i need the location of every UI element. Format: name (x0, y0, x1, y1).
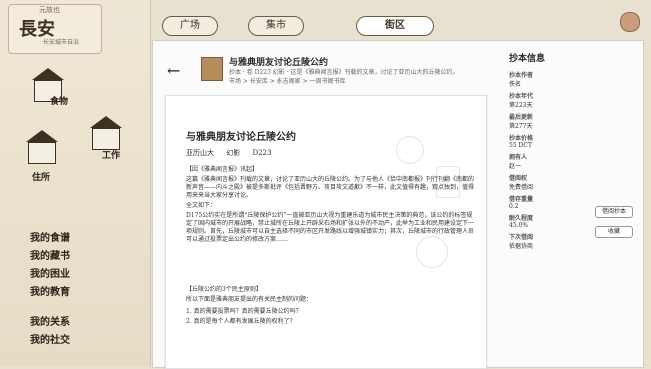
building-icon[interactable] (92, 128, 120, 150)
borrow-button[interactable]: 借阅抄本 (595, 206, 633, 218)
field-label: 借存重量 (509, 196, 534, 203)
home-icon[interactable] (28, 142, 56, 164)
field-label: 借阅权 (509, 175, 528, 182)
document-page: 与雅典朋友讨论丘陵公约 亚历山大 幻影 D223 【因《雅典闻言报》讯起】 这篇… (165, 95, 487, 369)
tab-square[interactable]: 广场 (162, 16, 218, 36)
doc-paragraph: 所以下面是雅典朋友提出的有关民主制的问题： (186, 296, 313, 303)
city-map: 食物 工作 住所 (10, 60, 140, 210)
document-meta: 亚历山大 幻影 D223 (186, 148, 271, 158)
book-detail-panel: ← 与雅典朋友讨论丘陵公约 抄本 · 卷 D223 幻影 · 这是《雅典闻言报》… (152, 40, 644, 369)
field-label: 拥有人 (509, 154, 528, 161)
user-avatar[interactable] (620, 12, 640, 32)
sidebar-item-books[interactable]: 我的藏书 (30, 248, 140, 266)
back-arrow-icon[interactable]: ← (167, 61, 180, 80)
field-label: 抄本年代 (509, 93, 534, 100)
map-label-home[interactable]: 住所 (32, 170, 50, 183)
document-author: 亚历山大 (186, 149, 214, 157)
book-meta: 抄本 · 卷 D223 幻影 · 这是《雅典闻言报》刊载的文章，讨论了亚历山大的… (229, 69, 459, 76)
tab-market[interactable]: 集市 (248, 16, 304, 36)
home-roof-icon (26, 130, 58, 142)
building-roof-icon (90, 116, 122, 128)
field-value: 赵一 (509, 163, 522, 170)
document-code: D223 (252, 149, 272, 157)
sidebar-item-social[interactable]: 我的社交 (30, 332, 140, 350)
doc-paragraph: 2. 真的是每个人都有发展丘陵的权利了？ (186, 318, 296, 325)
field-label: 最后更新 (509, 114, 534, 121)
field-value: 第277天 (509, 123, 533, 130)
document-title: 与雅典朋友讨论丘陵公约 (186, 132, 296, 143)
tab-district[interactable]: 街区 (356, 16, 434, 36)
logo-subtitle: 长安城市自治 (43, 39, 80, 46)
info-panel: 抄本信息 抄本作者 佚名 抄本年代 第223天 最后更新 第277天 抄本价格 … (509, 51, 635, 253)
field-label: 抄本作者 (509, 72, 534, 79)
doc-paragraph: 这篇《雅典闻言报》刊载的文章，讨论了亚历山大的丘陵公约。为了与他人《恰中南都报》… (186, 176, 475, 199)
field-value: 55 DCT (509, 142, 532, 149)
doc-paragraph: 【因《雅典闻言报》讯起】 (186, 166, 259, 173)
sidebar-item-education[interactable]: 我的教育 (30, 284, 140, 302)
breadcrumb: 市场 > 长安库 > 永吉阁家 > 一周书阁书库 (229, 78, 346, 85)
favorite-button[interactable]: 收藏 (595, 226, 633, 238)
sidebar-item-business[interactable]: 我的困业 (30, 266, 140, 284)
book-cover-thumbnail (201, 57, 223, 81)
top-navigation: 广场 集市 街区 (150, 12, 610, 38)
seal-stamp (396, 136, 424, 164)
left-sidebar: 元故也 長安 长安城市自治 食物 工作 住所 我的食谱 我的藏书 我的困业 我的… (0, 0, 151, 366)
field-value: 依据协商 (509, 243, 534, 250)
doc-paragraph: 1. 真的需要投票吗？真的需要丘陵公约吗？ (186, 308, 302, 315)
field-value: 免费借阅 (509, 184, 534, 191)
document-label: 幻影 (226, 149, 241, 157)
house-roof-icon (32, 68, 64, 80)
doc-paragraph: 【丘陵公约的3个民主原则】 (186, 286, 262, 293)
sidebar-item-relations[interactable]: 我的关系 (30, 314, 140, 332)
app-logo[interactable]: 元故也 長安 长安城市自治 (8, 4, 102, 54)
info-panel-title: 抄本信息 (509, 54, 546, 64)
map-label-food[interactable]: 食物 (50, 94, 68, 107)
sidebar-item-recipes[interactable]: 我的食谱 (30, 230, 140, 248)
field-label: 抄本价格 (509, 135, 534, 142)
logo-top-text: 元故也 (39, 6, 60, 14)
field-value: 佚名 (509, 81, 522, 88)
sidebar-nav: 我的食谱 我的藏书 我的困业 我的教育 我的关系 我的社交 (30, 230, 140, 350)
map-label-work[interactable]: 工作 (102, 148, 120, 161)
doc-paragraph: 全文如下： (186, 202, 217, 209)
doc-paragraph: D175公约实在是所谓“丘陵保护公约”一直被亚历山大视为重建乐道为城市民主决策的… (186, 212, 475, 243)
field-value: 第223天 (509, 102, 533, 109)
